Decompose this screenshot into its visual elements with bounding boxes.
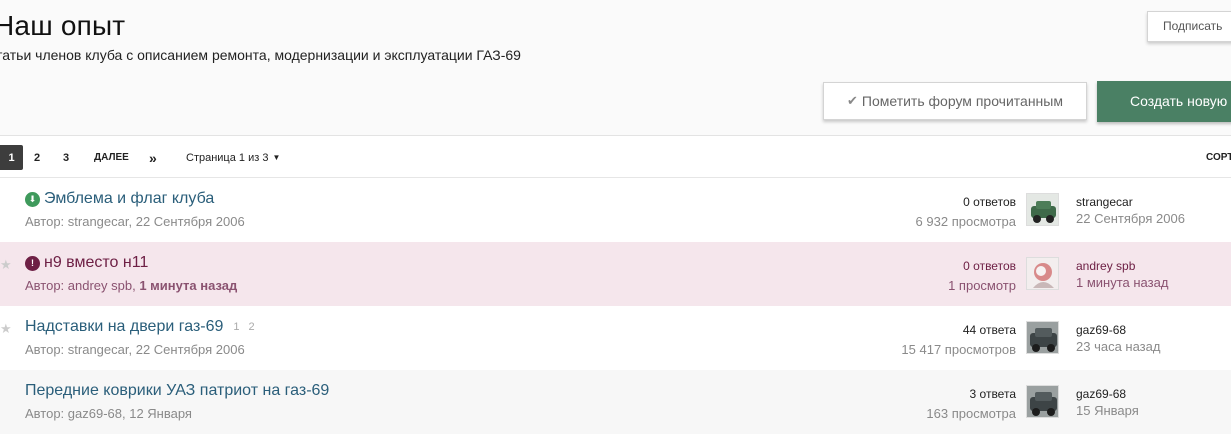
topic-stats: 0 ответов 6 932 просмотра [916, 195, 1016, 229]
topic-list: 1 2 3 ДАЛЕЕ » Страница 1 из 3 ▼ СОРТ ⬇ Э… [0, 135, 1231, 442]
topic-title-link[interactable]: н9 вместо н11 [44, 254, 148, 272]
last-post-time[interactable]: 22 Сентября 2006 [1076, 211, 1185, 226]
page-2-button[interactable]: 2 [34, 145, 40, 170]
sort-button[interactable]: СОРТ [1206, 145, 1231, 170]
topic-author[interactable]: Автор: strangecar, [25, 342, 136, 357]
pagination-bar: 1 2 3 ДАЛЕЕ » Страница 1 из 3 ▼ СОРТ [0, 136, 1231, 178]
topic-author[interactable]: Автор: strangecar, [25, 214, 136, 229]
views-count: 6 932 просмотра [915, 214, 1016, 229]
avatar[interactable] [1026, 193, 1059, 226]
views-count: 1 просмотр [948, 278, 1016, 293]
mark-read-label: Пометить форум прочитанным [861, 93, 1063, 109]
topic-row: ⬇ Эмблема и флаг клуба Автор: strangecar… [0, 178, 1231, 242]
topic-meta: Автор: strangecar, 22 Сентября 2006 [25, 342, 245, 357]
follow-button[interactable]: Подписать [1147, 11, 1231, 42]
topic-page-1-link[interactable]: 1 [231, 321, 241, 333]
topic-date: 22 Сентября 2006 [135, 342, 245, 357]
views-count: 163 просмотра [926, 406, 1016, 421]
last-post-time[interactable]: 1 минута назад [1076, 275, 1168, 290]
topic-author[interactable]: Автор: gaz69-68, [25, 406, 129, 421]
replies-count: 0 ответов [963, 259, 1016, 273]
avatar[interactable] [1026, 257, 1059, 290]
forum-description: татьи членов клуба с описанием ремонта, … [0, 47, 521, 63]
topic-date: 1 минута назад [139, 278, 238, 293]
last-poster-name[interactable]: gaz69-68 [1076, 387, 1126, 401]
forum-header: Наш опыт татьи членов клуба с описанием … [0, 0, 1231, 136]
topic-mini-pagination: 1 2 [231, 321, 256, 333]
topic-stats: 3 ответа 163 просмотра [926, 387, 1016, 421]
avatar[interactable] [1026, 385, 1059, 418]
star-icon[interactable]: ★ [0, 321, 12, 337]
create-topic-button[interactable]: Создать новую [1097, 81, 1231, 122]
topic-meta: Автор: gaz69-68, 12 Января [25, 406, 192, 421]
topic-row: ★ Надставки на двери газ-69 1 2 Автор: s… [0, 306, 1231, 370]
topic-title-link[interactable]: Эмблема и флаг клуба [44, 190, 214, 208]
topic-row: Передние коврики УАЗ патриот на газ-69 А… [0, 370, 1231, 434]
replies-count: 0 ответов [963, 195, 1016, 209]
topic-title-link[interactable]: Передние коврики УАЗ патриот на газ-69 [25, 382, 329, 400]
topic-title-link[interactable]: Надставки на двери газ-69 [25, 318, 223, 336]
warning-icon: ! [25, 255, 40, 271]
topic-author[interactable]: Автор: andrey spb, [25, 278, 139, 293]
page-status: Страница 1 из 3 [186, 151, 269, 164]
replies-count: 44 ответа [962, 323, 1016, 337]
topic-row: ★ ! н9 вместо н11 Автор: andrey spb, 1 м… [0, 242, 1231, 306]
check-icon: ✔ [847, 93, 858, 108]
last-post-time[interactable]: 23 часа назад [1076, 339, 1160, 354]
next-page-button[interactable]: ДАЛЕЕ [94, 145, 129, 170]
replies-count: 3 ответа [969, 387, 1016, 401]
topic-meta: Автор: andrey spb, 1 минута назад [25, 278, 237, 293]
last-poster-name[interactable]: gaz69-68 [1076, 323, 1126, 337]
topic-date: 12 Января [129, 406, 192, 421]
caret-down-icon: ▼ [272, 153, 281, 162]
avatar[interactable] [1026, 321, 1059, 354]
last-page-icon[interactable]: » [149, 145, 157, 170]
pin-icon: ⬇ [25, 191, 40, 207]
topic-page-2-link[interactable]: 2 [247, 321, 257, 333]
views-count: 15 417 просмотров [901, 342, 1016, 357]
topic-date: 22 Сентября 2006 [135, 214, 245, 229]
star-icon[interactable]: ★ [0, 257, 12, 273]
page-1-button[interactable]: 1 [0, 145, 23, 170]
page-3-button[interactable]: 3 [63, 145, 69, 170]
last-post-time[interactable]: 15 Января [1076, 403, 1139, 418]
last-poster-name[interactable]: strangecar [1076, 195, 1133, 209]
page-jump-dropdown[interactable]: Страница 1 из 3 ▼ [186, 145, 280, 170]
mark-forum-read-button[interactable]: ✔ Пометить форум прочитанным [823, 82, 1087, 120]
topic-stats: 0 ответов 1 просмотр [948, 259, 1016, 293]
topic-stats: 44 ответа 15 417 просмотров [901, 323, 1016, 357]
last-poster-name[interactable]: andrey spb [1076, 259, 1135, 273]
topic-meta: Автор: strangecar, 22 Сентября 2006 [25, 214, 245, 229]
page-title: Наш опыт [0, 10, 126, 41]
